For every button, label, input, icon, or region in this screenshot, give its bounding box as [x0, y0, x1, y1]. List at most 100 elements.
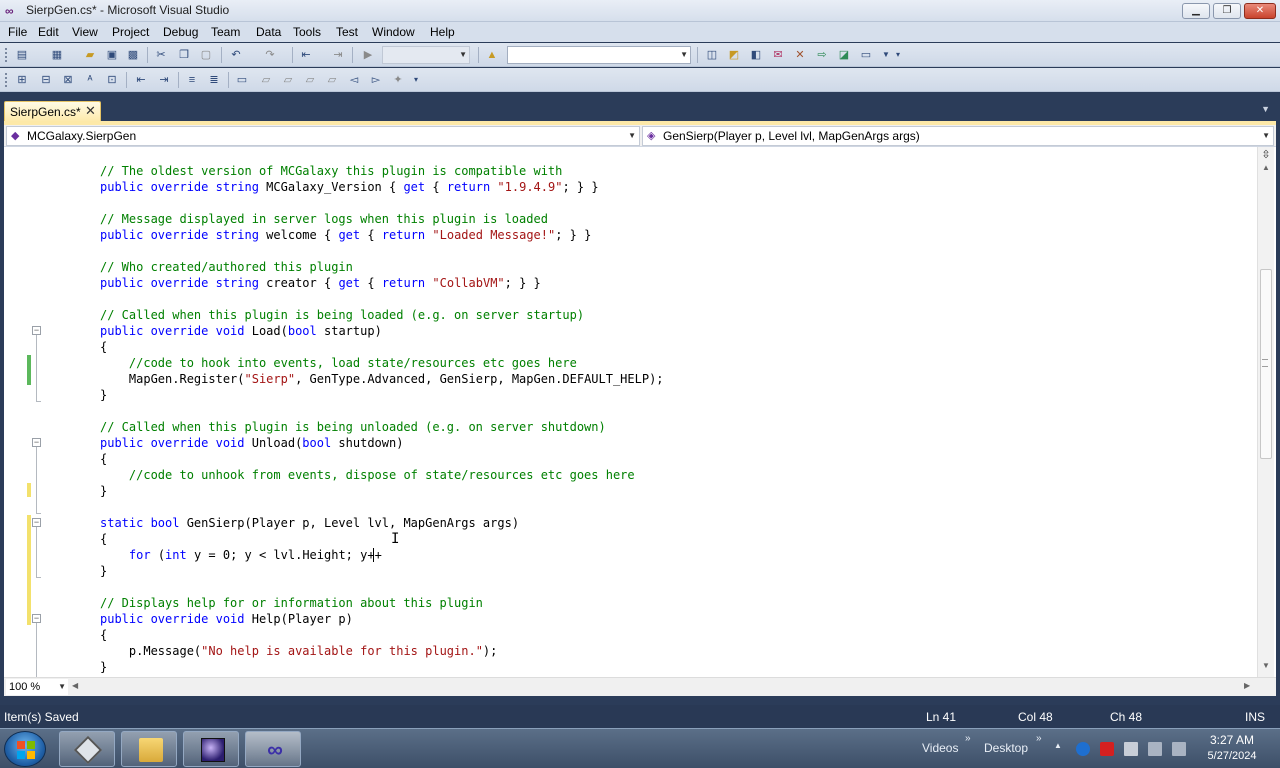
quick-info-icon[interactable]: ⊠ — [60, 72, 76, 88]
toolbar-overflow-icon[interactable]: ▾ — [890, 47, 906, 63]
scroll-right-icon[interactable]: ▶ — [1244, 681, 1250, 690]
solution-explorer-icon[interactable]: ◫ — [704, 47, 720, 63]
toolbar-overflow-icon[interactable]: ▾ — [408, 72, 424, 88]
increase-indent-icon[interactable]: ⇥ — [156, 72, 172, 88]
member-dropdown[interactable]: ◈ GenSierp(Player p, Level lvl, MapGenAr… — [642, 126, 1274, 146]
open-file-icon[interactable]: ▰ — [82, 47, 98, 63]
taskbar-app-virtualbox[interactable] — [59, 731, 115, 767]
copy-icon[interactable]: ❐ — [176, 47, 192, 63]
next-bookmark-document-icon[interactable]: ▻ — [368, 72, 384, 88]
add-item-icon[interactable]: ▦ — [49, 47, 65, 63]
navigate-backward-icon[interactable]: ⇤ — [298, 47, 314, 63]
solution-configuration-dropdown[interactable]: ▼ — [382, 46, 470, 64]
desktop-toolbar[interactable]: Desktop — [984, 741, 1028, 755]
vertical-scrollbar[interactable]: ⇳ ▲ ▼ — [1257, 147, 1274, 677]
code-line: // Who created/authored this plugin — [100, 259, 353, 275]
menu-tools[interactable]: Tools — [293, 25, 321, 39]
network-icon[interactable] — [1148, 742, 1162, 756]
taskbar-app-media[interactable] — [183, 731, 239, 767]
save-icon[interactable]: ▣ — [104, 47, 120, 63]
windows-logo-icon — [17, 741, 35, 759]
menu-test[interactable]: Test — [336, 25, 358, 39]
navigate-forward-icon[interactable]: ⇥ — [330, 47, 346, 63]
uncomment-icon[interactable]: ≣ — [206, 72, 222, 88]
menu-debug[interactable]: Debug — [163, 25, 198, 39]
extension-manager-icon[interactable]: ◪ — [836, 47, 852, 63]
toolbox-icon[interactable]: ✉ — [770, 47, 786, 63]
taskbar-app-visual-studio[interactable]: ∞ — [245, 731, 301, 767]
decrease-indent-icon[interactable]: ⇤ — [133, 72, 149, 88]
network-app-icon[interactable] — [1076, 742, 1090, 756]
display-word-completion-icon[interactable]: ᴬ — [82, 72, 98, 88]
menu-help[interactable]: Help — [430, 25, 455, 39]
next-bookmark-folder-icon[interactable]: ▱ — [324, 72, 340, 88]
display-object-members-icon[interactable]: ⊞ — [14, 72, 30, 88]
save-all-icon[interactable]: ▩ — [125, 47, 141, 63]
cut-icon[interactable]: ✂ — [153, 47, 169, 63]
outline-end — [36, 401, 41, 402]
record-icon[interactable] — [1100, 742, 1114, 756]
paste-icon[interactable]: ▢ — [198, 47, 214, 63]
type-dropdown[interactable]: ◆ MCGalaxy.SierpGen ▼ — [6, 126, 640, 146]
tab-dropdown-icon[interactable]: ▼ — [1261, 104, 1270, 114]
toolbar-separator — [178, 72, 179, 88]
videos-expand-icon[interactable]: » — [965, 733, 971, 744]
toggle-breakpoint-icon[interactable]: ⊡ — [104, 72, 120, 88]
toolbar-separator — [228, 72, 229, 88]
menu-data[interactable]: Data — [256, 25, 281, 39]
start-page-icon[interactable]: ⇨ — [814, 47, 830, 63]
menu-file[interactable]: File — [8, 25, 27, 39]
collapse-icon[interactable]: − — [32, 518, 41, 527]
comment-out-icon[interactable]: ≡ — [184, 72, 200, 88]
next-bookmark-icon[interactable]: ▱ — [280, 72, 296, 88]
scroll-up-icon[interactable]: ▲ — [1262, 163, 1270, 172]
menu-edit[interactable]: Edit — [38, 25, 59, 39]
tab-sierpgen-cs[interactable]: SierpGen.cs* ✕ — [4, 101, 101, 122]
display-parameter-info-icon[interactable]: ⊟ — [38, 72, 54, 88]
previous-bookmark-document-icon[interactable]: ◅ — [346, 72, 362, 88]
undo-icon[interactable]: ↶ — [228, 47, 244, 63]
maximize-button[interactable]: ❐ — [1213, 3, 1241, 19]
minimize-button[interactable]: ▁ — [1182, 3, 1210, 19]
object-browser-icon[interactable]: ◧ — [748, 47, 764, 63]
close-tab-icon[interactable]: ✕ — [85, 103, 96, 119]
start-debugging-icon[interactable]: ▶ — [360, 47, 376, 63]
new-project-icon[interactable]: ▤ — [14, 47, 30, 63]
redo-icon[interactable]: ↷ — [262, 47, 278, 63]
code-editor[interactable]: − − − − // The oldest version of MCGalax… — [4, 147, 1276, 677]
menu-team[interactable]: Team — [211, 25, 240, 39]
show-hidden-icons-icon[interactable]: ▲ — [1054, 741, 1062, 750]
volume-icon[interactable] — [1172, 742, 1186, 756]
zoom-dropdown[interactable]: 100 % ▼ — [6, 679, 68, 695]
properties-icon[interactable]: ◩ — [726, 47, 742, 63]
taskbar-app-explorer[interactable] — [121, 731, 177, 767]
team-explorer-icon[interactable]: ✕ — [792, 47, 808, 63]
toolbar-grip[interactable] — [4, 72, 8, 88]
code-token: get — [338, 276, 361, 290]
splitter-icon[interactable]: ⇳ — [1260, 149, 1272, 161]
system-clock[interactable]: 3:27 AM 5/27/2024 — [1196, 733, 1268, 762]
toolbar-grip[interactable] — [4, 47, 8, 63]
action-center-icon[interactable] — [1124, 742, 1138, 756]
scroll-down-icon[interactable]: ▼ — [1262, 661, 1270, 670]
toggle-bookmark-icon[interactable]: ▭ — [234, 72, 250, 88]
desktop-expand-icon[interactable]: » — [1036, 733, 1042, 744]
unsaved-change-marker — [27, 483, 31, 497]
find-combo[interactable]: ▼ — [507, 46, 691, 64]
code-token: MapGen.Register( — [100, 372, 245, 386]
collapse-icon[interactable]: − — [32, 614, 41, 623]
clear-bookmarks-icon[interactable]: ✦ — [390, 72, 406, 88]
scroll-left-icon[interactable]: ◀ — [72, 681, 78, 690]
videos-toolbar[interactable]: Videos — [922, 741, 958, 755]
find-in-files-icon[interactable]: ▲ — [484, 47, 500, 63]
menu-view[interactable]: View — [72, 25, 98, 39]
previous-bookmark-folder-icon[interactable]: ▱ — [302, 72, 318, 88]
command-window-icon[interactable]: ▭ — [858, 47, 874, 63]
menu-window[interactable]: Window — [372, 25, 415, 39]
collapse-icon[interactable]: − — [32, 438, 41, 447]
menu-project[interactable]: Project — [112, 25, 149, 39]
collapse-icon[interactable]: − — [32, 326, 41, 335]
previous-bookmark-icon[interactable]: ▱ — [258, 72, 274, 88]
close-button[interactable]: ✕ — [1244, 3, 1276, 19]
start-button[interactable] — [4, 731, 46, 767]
